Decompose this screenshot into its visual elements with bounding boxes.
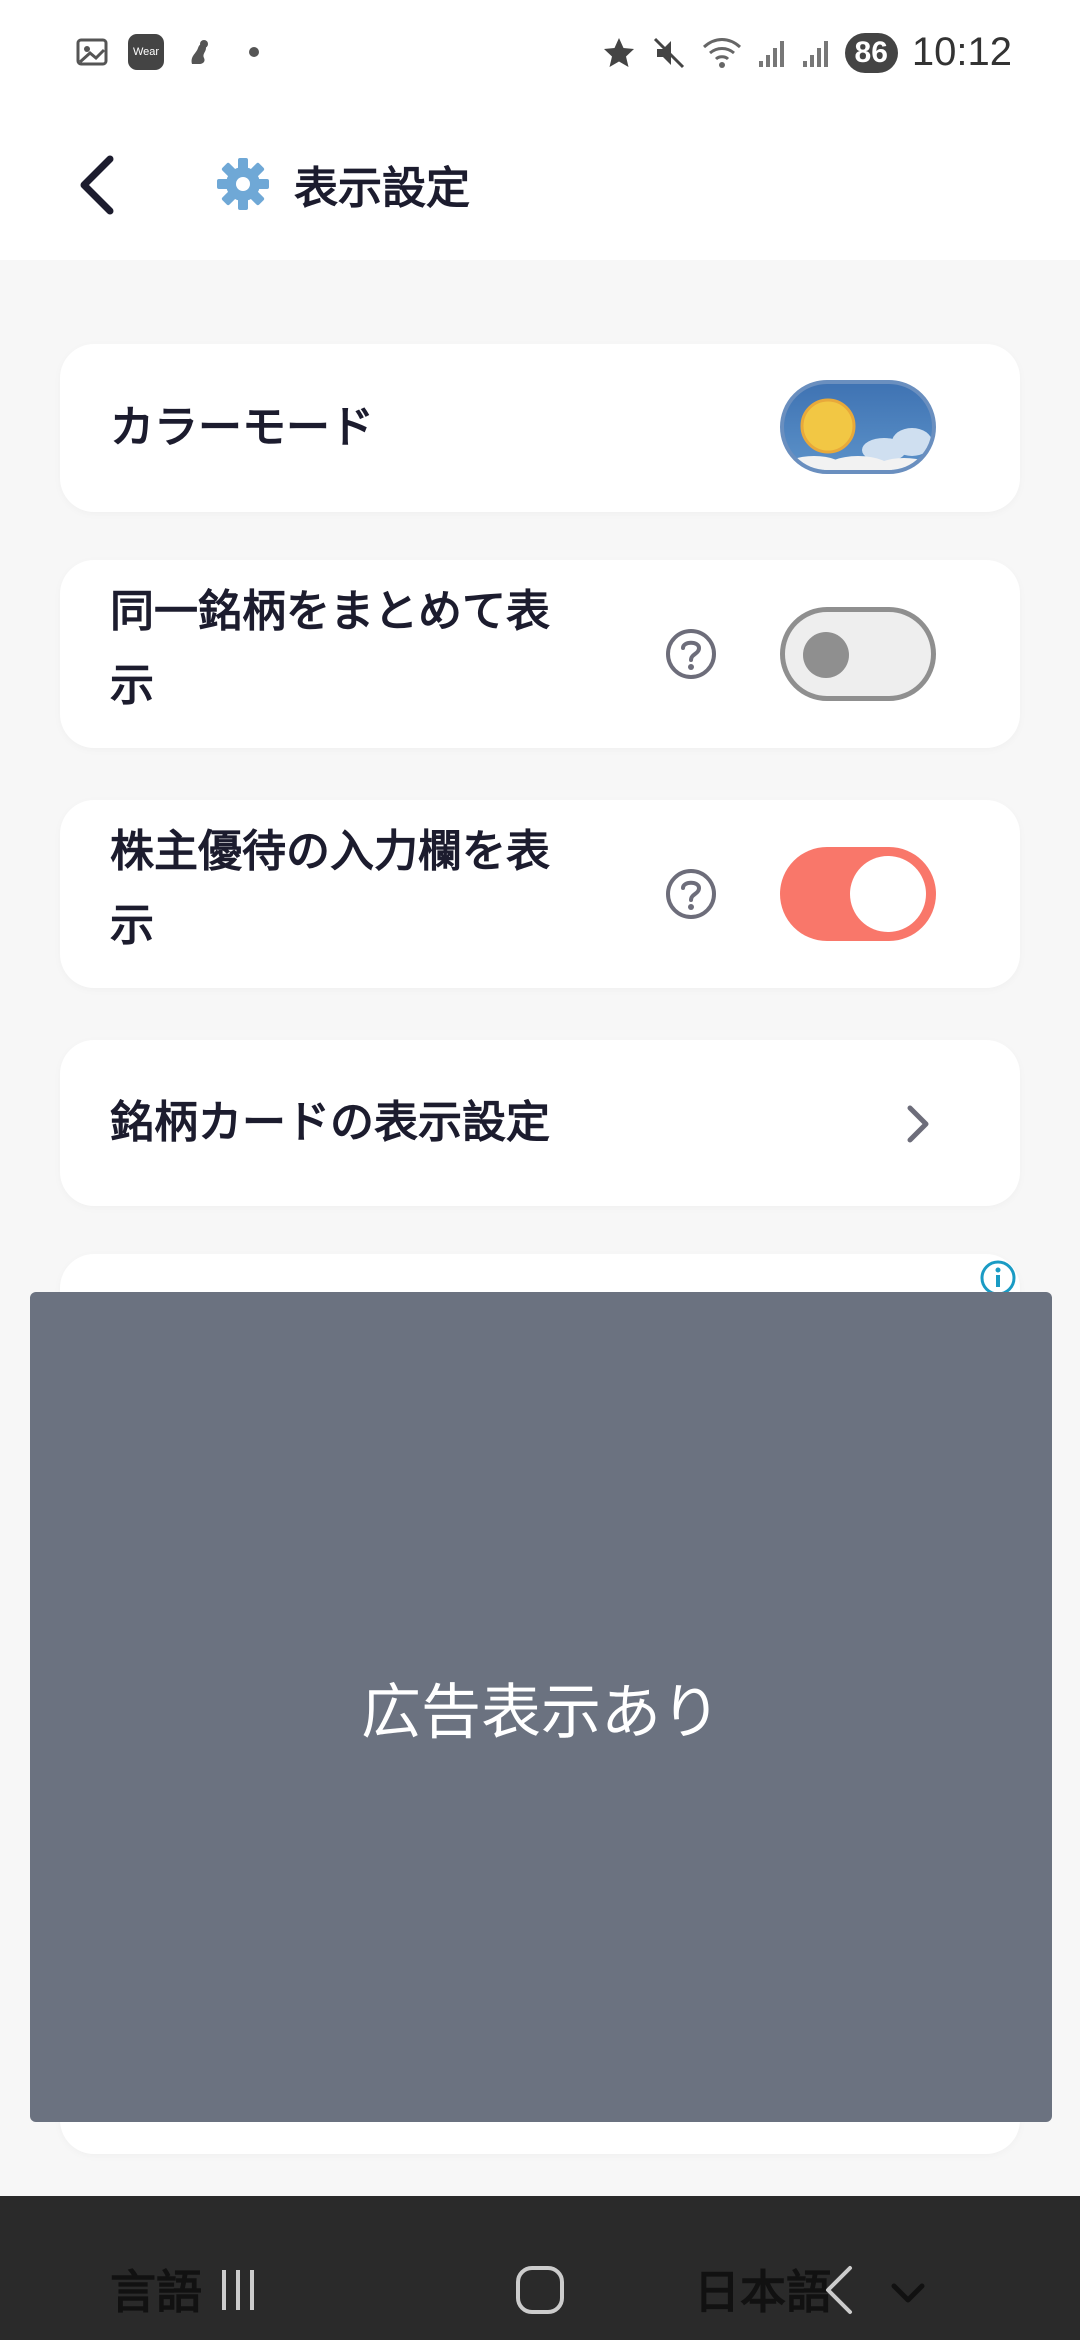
group-same-stock-toggle[interactable] bbox=[780, 607, 936, 701]
page-title-group: 表示設定 bbox=[214, 152, 470, 216]
toggle-knob bbox=[850, 856, 926, 932]
home-button[interactable] bbox=[500, 2250, 580, 2330]
group-same-stock-label-line2: 示 bbox=[110, 660, 154, 711]
back-button[interactable] bbox=[52, 140, 142, 230]
app-icon bbox=[191, 40, 208, 64]
chevron-down-icon[interactable] bbox=[890, 2282, 926, 2306]
color-mode-label: カラーモード bbox=[110, 402, 374, 453]
ad-banner[interactable]: 広告表示あり bbox=[30, 1292, 1052, 2122]
signal-icon bbox=[802, 40, 828, 67]
shareholder-benefits-toggle[interactable] bbox=[780, 847, 936, 941]
recent-apps-button[interactable] bbox=[198, 2250, 278, 2330]
wear-label: Wear bbox=[132, 46, 160, 58]
recent-apps-icon bbox=[222, 2270, 254, 2310]
color-mode-toggle[interactable] bbox=[780, 380, 936, 474]
chevron-right-icon bbox=[907, 1105, 929, 1143]
dot-icon bbox=[249, 47, 259, 57]
star-icon bbox=[603, 37, 634, 67]
status-right-icons: 86 10:12 bbox=[601, 30, 1012, 75]
group-same-stock-label-line1: 同一銘柄をまとめて表 bbox=[110, 586, 550, 637]
shareholder-benefits-card: 株主優待の入力欄を表 示 bbox=[60, 800, 1020, 988]
shareholder-benefits-label-line2: 示 bbox=[110, 900, 154, 951]
system-nav-bar: 言語 日本語 bbox=[0, 2196, 1080, 2340]
mute-icon bbox=[653, 37, 684, 68]
wear-os-icon: Wear bbox=[128, 34, 164, 70]
sun-cloud-icon bbox=[784, 398, 932, 470]
chevron-left-icon bbox=[80, 155, 114, 215]
stock-card-display-label: 銘柄カードの表示設定 bbox=[110, 1097, 550, 1148]
language-label: 言語 bbox=[110, 2265, 202, 2319]
signal-icon bbox=[758, 40, 784, 67]
help-circle-icon[interactable] bbox=[664, 627, 718, 681]
screenshot-icon bbox=[76, 38, 108, 66]
toggle-knob bbox=[803, 632, 849, 678]
shareholder-benefits-label-line1: 株主優待の入力欄を表 bbox=[110, 826, 550, 877]
status-bar: Wear 86 10:12 bbox=[0, 0, 1080, 112]
group-same-stock-card: 同一銘柄をまとめて表 示 bbox=[60, 560, 1020, 748]
system-back-button[interactable] bbox=[802, 2250, 882, 2330]
status-left-icons: Wear bbox=[74, 34, 272, 70]
app-bar: 表示設定 bbox=[0, 112, 1080, 260]
help-circle-icon[interactable] bbox=[664, 867, 718, 921]
wifi-icon bbox=[702, 37, 741, 68]
back-icon bbox=[826, 2266, 852, 2314]
page-title: 表示設定 bbox=[294, 163, 470, 214]
home-icon bbox=[516, 2266, 564, 2314]
battery-level: 86 bbox=[844, 32, 898, 73]
gear-icon bbox=[217, 158, 269, 210]
clock: 10:12 bbox=[911, 30, 1012, 74]
color-mode-card: カラーモード bbox=[60, 344, 1020, 512]
stock-card-display-card[interactable]: 銘柄カードの表示設定 bbox=[60, 1040, 1020, 1206]
ad-text: 広告表示あり bbox=[361, 1677, 721, 1748]
